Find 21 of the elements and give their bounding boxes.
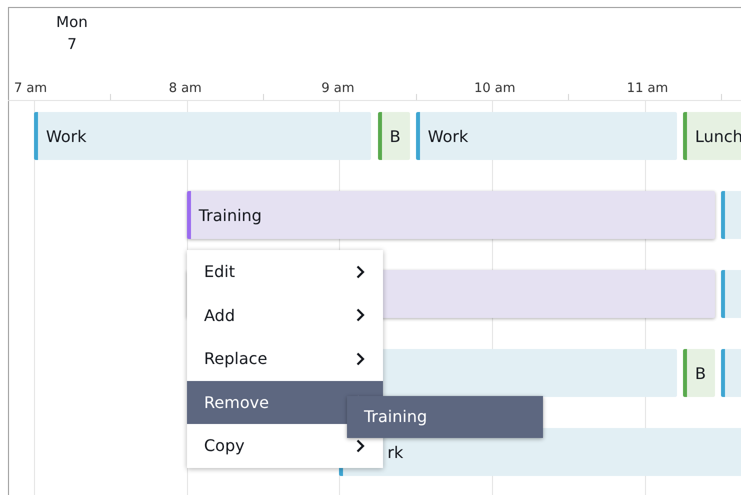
schedule-block[interactable]: Work: [416, 112, 677, 160]
time-label: 10 am: [474, 81, 516, 96]
schedule-block[interactable]: Training: [186, 191, 716, 239]
menu-item[interactable]: Add: [187, 294, 383, 337]
chevron-icon: [356, 352, 365, 366]
time-label: 8 am: [168, 81, 202, 96]
time-label: 9 am: [321, 81, 354, 96]
menu-item[interactable]: Copy: [187, 424, 383, 468]
chevron-icon: [356, 264, 365, 279]
chevron-icon: [356, 438, 365, 453]
day-name: Mon: [56, 12, 88, 32]
chevron-icon: [356, 308, 365, 322]
schedule-block[interactable]: Work: [34, 112, 372, 160]
day-date: 7: [67, 34, 77, 54]
time-label: 7 am: [14, 81, 48, 96]
submenu-item[interactable]: Training: [347, 396, 543, 438]
schedule-block[interactable]: B: [682, 349, 716, 397]
time-label: 11 am: [626, 81, 668, 96]
menu-item[interactable]: Edit: [187, 250, 383, 294]
schedule-block[interactable]: B: [378, 112, 410, 160]
menu-item[interactable]: Replace: [187, 337, 383, 380]
